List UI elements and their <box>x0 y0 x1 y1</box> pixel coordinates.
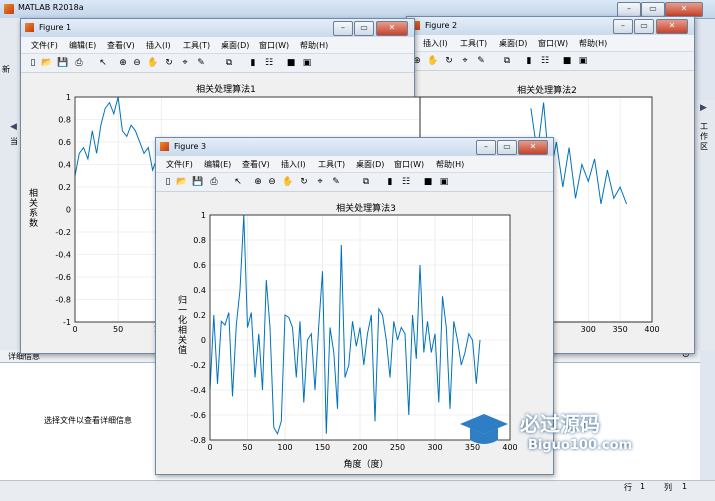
fig1-ytick-label: 0.2 <box>58 183 71 192</box>
fig1-ytick-label: 0.4 <box>58 161 71 170</box>
fig1-xtick-label: 50 <box>113 325 123 334</box>
status-row-value: 1 <box>640 482 646 491</box>
fig1-ytick-label: 0.6 <box>58 138 71 147</box>
workspace-side-tab[interactable]: ▶ 工作区 <box>693 100 715 350</box>
watermark-name: 必过源码 <box>520 412 600 436</box>
matlab-logo-icon <box>4 4 14 14</box>
fig2-xtick-label: 350 <box>612 325 627 334</box>
fig3-ytick-label: 0.8 <box>193 236 206 245</box>
fig1-xtick-label: 0 <box>72 325 77 334</box>
matlab-window-title: MATLAB R2018a <box>18 3 84 12</box>
left-arrow-icon[interactable]: ◀ <box>10 122 17 132</box>
fig3-xtick-label: 200 <box>352 443 367 452</box>
details-text: 选择文件以查看详细信息 <box>44 416 132 425</box>
fig3-ytick-label: -0.2 <box>190 361 206 370</box>
fig1-ytick-label: -0.4 <box>55 251 71 260</box>
left-label-current: 当 <box>10 137 18 146</box>
fig3-xtick-label: 300 <box>427 443 442 452</box>
fig2-xtick-label: 400 <box>644 325 659 334</box>
fig1-ytick-label: -1 <box>63 318 71 327</box>
fig1-ytick-label: 1 <box>66 93 71 102</box>
status-col-value: 1 <box>682 482 688 491</box>
watermark-url: Biguo100.com <box>528 438 633 453</box>
status-col-label: 列 <box>664 483 672 492</box>
fig2-xtick-label: 300 <box>581 325 596 334</box>
fig1-ytick-label: -0.6 <box>55 273 71 282</box>
statusbar <box>0 480 715 501</box>
fig3-xtick-label: 250 <box>390 443 405 452</box>
fig3-xtick-label: 150 <box>315 443 330 452</box>
workspace-label: 工作区 <box>700 122 708 151</box>
matlab-maximize-button[interactable]: ▭ <box>641 2 665 17</box>
fig1-ytick-label: -0.8 <box>55 296 71 305</box>
fig3-ytick-label: 0 <box>201 336 206 345</box>
fig3-ytick-label: 1 <box>201 211 206 220</box>
left-panel: 新 ◀ 当 <box>0 18 21 350</box>
fig3-ytick-label: -0.8 <box>190 436 206 445</box>
fig3-ytick-label: 0.2 <box>193 311 206 320</box>
fig3-xtick-label: 100 <box>277 443 292 452</box>
left-label-new: 新 <box>2 65 10 74</box>
graduation-cap-icon <box>460 410 508 444</box>
fig3-xtick-label: 0 <box>207 443 212 452</box>
fig3-xtick-label: 50 <box>242 443 252 452</box>
fig1-ytick-label: -0.2 <box>55 228 71 237</box>
fig1-ytick-label: 0.8 <box>58 116 71 125</box>
fig1-ytick-label: 0 <box>66 206 71 215</box>
matlab-close-button[interactable]: ✕ <box>665 2 703 17</box>
fig3-ytick-label: -0.6 <box>190 411 206 420</box>
fig3-ytick-label: 0.6 <box>193 261 206 270</box>
status-row-label: 行 <box>624 483 632 492</box>
fig3-ytick-label: -0.4 <box>190 386 206 395</box>
matlab-minimize-button[interactable]: – <box>617 2 641 17</box>
fig3-ytick-label: 0.4 <box>193 286 206 295</box>
right-arrow-icon[interactable]: ▶ <box>700 103 707 113</box>
